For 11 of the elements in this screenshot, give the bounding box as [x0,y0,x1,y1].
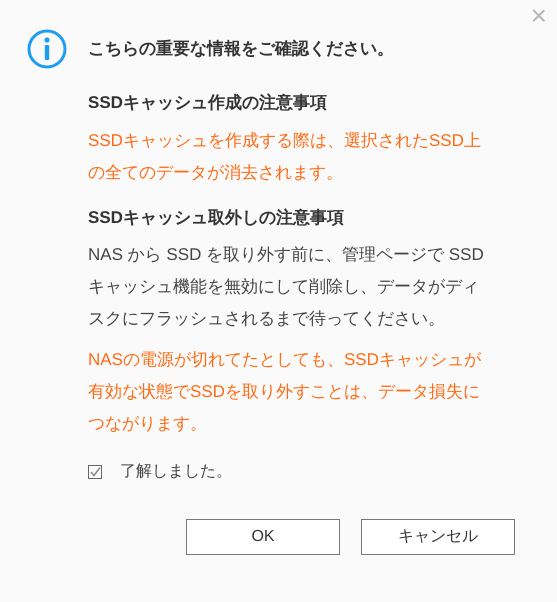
info-icon [27,29,67,69]
checkbox-label: 了解しました。 [120,462,232,482]
body-text: NAS から SSD を取り外す前に、管理ページで SSD キャッシュ機能を無効にして削除し、データがディスクにフラッシュされるまで待ってください。 [88,244,485,330]
warning-text: SSDキャッシュを作成する際は、選択されたSSD上の全てのデータが消去されます。 [88,130,482,184]
section-title: SSDキャッシュ作成の注意事項 [88,92,328,114]
cancel-button[interactable]: キャンセル [361,519,515,555]
warning-text: NASの電源が切れてたとしても、SSDキャッシュが有効な状態でSSDを取り外すことは、データ損失につながります。 [88,349,482,435]
section-title: SSDキャッシュ取外しの注意事項 [88,206,345,228]
dialog-heading: こちらの重要な情報をご確認ください。 [88,38,394,60]
ok-button[interactable]: OK [186,519,340,555]
checkbox[interactable] [88,465,102,479]
